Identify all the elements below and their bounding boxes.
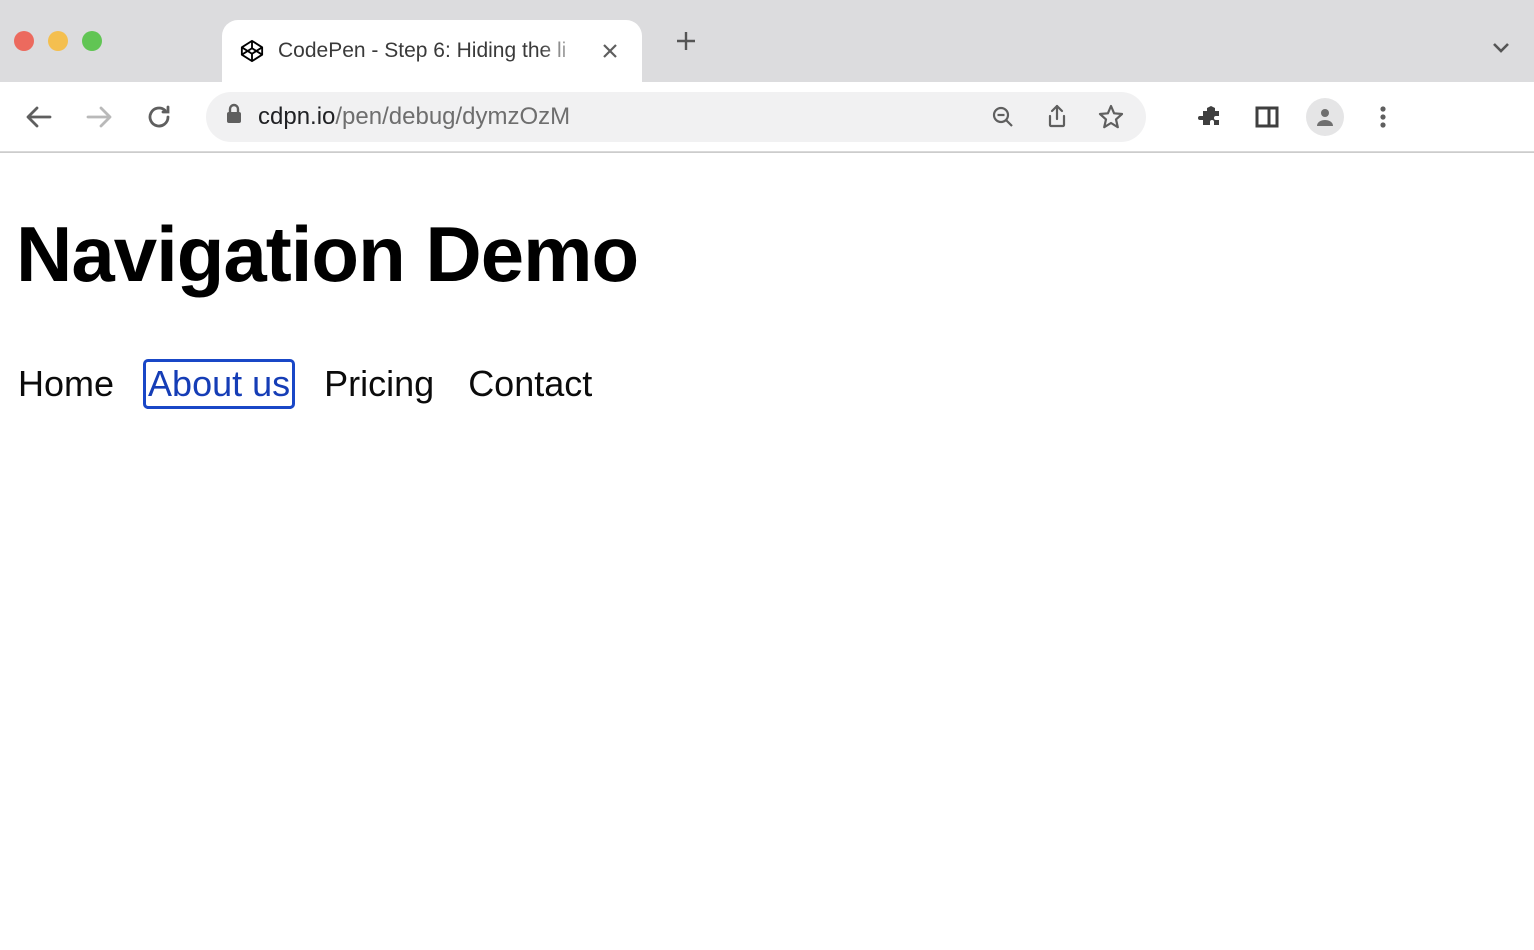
nav-item-about-us[interactable]: About us [146, 362, 292, 406]
nav-demo: Home About us Pricing Contact [16, 362, 1518, 406]
back-button[interactable] [18, 96, 60, 138]
url-path: /pen/debug/dymzOzM [335, 103, 570, 130]
url-text: cdpn.io/pen/debug/dymzOzM [258, 103, 972, 131]
share-icon[interactable] [1040, 100, 1074, 134]
zoom-out-icon[interactable] [986, 100, 1020, 134]
minimize-window-button[interactable] [48, 31, 68, 51]
page-content: Navigation Demo Home About us Pricing Co… [0, 153, 1534, 406]
nav-item-pricing[interactable]: Pricing [322, 362, 436, 406]
browser-toolbar: cdpn.io/pen/debug/dymzOzM [0, 82, 1534, 152]
nav-item-contact[interactable]: Contact [466, 362, 594, 406]
tab-list-chevron-icon[interactable] [1490, 36, 1512, 63]
side-panel-icon[interactable] [1250, 100, 1284, 134]
extensions-icon[interactable] [1194, 100, 1228, 134]
tab-strip: CodePen - Step 6: Hiding the li [0, 0, 1534, 82]
tab-title: CodePen - Step 6: Hiding the li [278, 39, 586, 63]
browser-chrome: CodePen - Step 6: Hiding the li cd [0, 0, 1534, 153]
reload-button[interactable] [138, 96, 180, 138]
nav-item-home[interactable]: Home [16, 362, 116, 406]
close-tab-icon[interactable] [598, 39, 622, 63]
maximize-window-button[interactable] [82, 31, 102, 51]
bookmark-star-icon[interactable] [1094, 100, 1128, 134]
codepen-favicon-icon [238, 37, 266, 65]
toolbar-right [1194, 98, 1400, 136]
kebab-menu-icon[interactable] [1366, 100, 1400, 134]
url-domain: cdpn.io [258, 103, 335, 130]
window-controls [14, 31, 102, 51]
lock-icon [224, 103, 244, 130]
close-window-button[interactable] [14, 31, 34, 51]
forward-button[interactable] [78, 96, 120, 138]
profile-avatar[interactable] [1306, 98, 1344, 136]
address-bar[interactable]: cdpn.io/pen/debug/dymzOzM [206, 92, 1146, 142]
page-heading: Navigation Demo [16, 209, 1518, 300]
new-tab-button[interactable] [666, 21, 706, 61]
browser-tab-active[interactable]: CodePen - Step 6: Hiding the li [222, 20, 642, 82]
